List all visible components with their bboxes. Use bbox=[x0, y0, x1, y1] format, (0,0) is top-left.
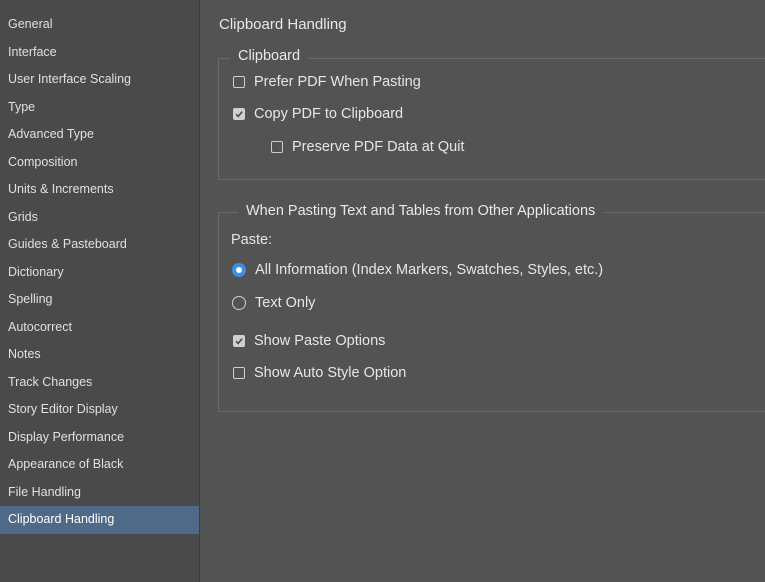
sidebar-item-composition[interactable]: Composition bbox=[0, 149, 199, 177]
all-information-radio-row[interactable]: All Information (Index Markers, Swatches… bbox=[232, 262, 603, 278]
sidebar-item-guides-pasteboard[interactable]: Guides & Pasteboard bbox=[0, 231, 199, 259]
preserve-pdf-checkbox[interactable] bbox=[271, 141, 283, 153]
preferences-panel: Clipboard Handling Clipboard Prefer PDF … bbox=[200, 0, 765, 582]
sidebar-item-autocorrect[interactable]: Autocorrect bbox=[0, 314, 199, 342]
sidebar-item-general[interactable]: General bbox=[0, 11, 199, 39]
sidebar-item-interface[interactable]: Interface bbox=[0, 39, 199, 67]
preferences-sidebar: General Interface User Interface Scaling… bbox=[0, 0, 200, 582]
sidebar-item-clipboard-handling[interactable]: Clipboard Handling bbox=[0, 506, 199, 534]
sidebar-item-appearance-of-black[interactable]: Appearance of Black bbox=[0, 451, 199, 479]
prefer-pdf-checkbox[interactable] bbox=[233, 76, 245, 88]
sidebar-item-advanced-type[interactable]: Advanced Type bbox=[0, 121, 199, 149]
text-only-radio[interactable] bbox=[232, 296, 246, 310]
show-auto-style-checkbox[interactable] bbox=[233, 367, 245, 379]
show-auto-style-label: Show Auto Style Option bbox=[254, 365, 407, 381]
show-paste-options-checkbox-row[interactable]: Show Paste Options bbox=[233, 333, 385, 349]
sidebar-item-user-interface-scaling[interactable]: User Interface Scaling bbox=[0, 66, 199, 94]
sidebar-item-display-performance[interactable]: Display Performance bbox=[0, 424, 199, 452]
page-title: Clipboard Handling bbox=[219, 16, 347, 33]
sidebar-item-file-handling[interactable]: File Handling bbox=[0, 479, 199, 507]
sidebar-item-track-changes[interactable]: Track Changes bbox=[0, 369, 199, 397]
prefer-pdf-checkbox-row[interactable]: Prefer PDF When Pasting bbox=[233, 74, 421, 90]
clipboard-group-legend: Clipboard bbox=[230, 48, 309, 64]
sidebar-item-units-increments[interactable]: Units & Increments bbox=[0, 176, 199, 204]
preserve-pdf-label: Preserve PDF Data at Quit bbox=[292, 139, 465, 155]
sidebar-item-type[interactable]: Type bbox=[0, 94, 199, 122]
sidebar-item-spelling[interactable]: Spelling bbox=[0, 286, 199, 314]
sidebar-item-story-editor-display[interactable]: Story Editor Display bbox=[0, 396, 199, 424]
preserve-pdf-checkbox-row[interactable]: Preserve PDF Data at Quit bbox=[271, 139, 464, 155]
all-information-label: All Information (Index Markers, Swatches… bbox=[255, 262, 604, 278]
prefer-pdf-label: Prefer PDF When Pasting bbox=[254, 74, 421, 90]
copy-pdf-checkbox-row[interactable]: Copy PDF to Clipboard bbox=[233, 106, 403, 122]
paste-label: Paste: bbox=[231, 232, 273, 248]
paste-group-legend: When Pasting Text and Tables from Other … bbox=[238, 203, 604, 219]
paste-group bbox=[218, 212, 765, 412]
text-only-label: Text Only bbox=[255, 295, 316, 311]
show-paste-options-label: Show Paste Options bbox=[254, 333, 386, 349]
checkmark-icon bbox=[235, 111, 243, 118]
show-paste-options-checkbox[interactable] bbox=[233, 335, 245, 347]
copy-pdf-checkbox[interactable] bbox=[233, 108, 245, 120]
sidebar-item-grids[interactable]: Grids bbox=[0, 204, 199, 232]
radio-dot bbox=[236, 267, 242, 273]
text-only-radio-row[interactable]: Text Only bbox=[232, 295, 315, 311]
sidebar-item-dictionary[interactable]: Dictionary bbox=[0, 259, 199, 287]
sidebar-item-notes[interactable]: Notes bbox=[0, 341, 199, 369]
checkmark-icon bbox=[235, 338, 243, 345]
copy-pdf-label: Copy PDF to Clipboard bbox=[254, 106, 404, 122]
all-information-radio[interactable] bbox=[232, 263, 246, 277]
show-auto-style-checkbox-row[interactable]: Show Auto Style Option bbox=[233, 365, 406, 381]
